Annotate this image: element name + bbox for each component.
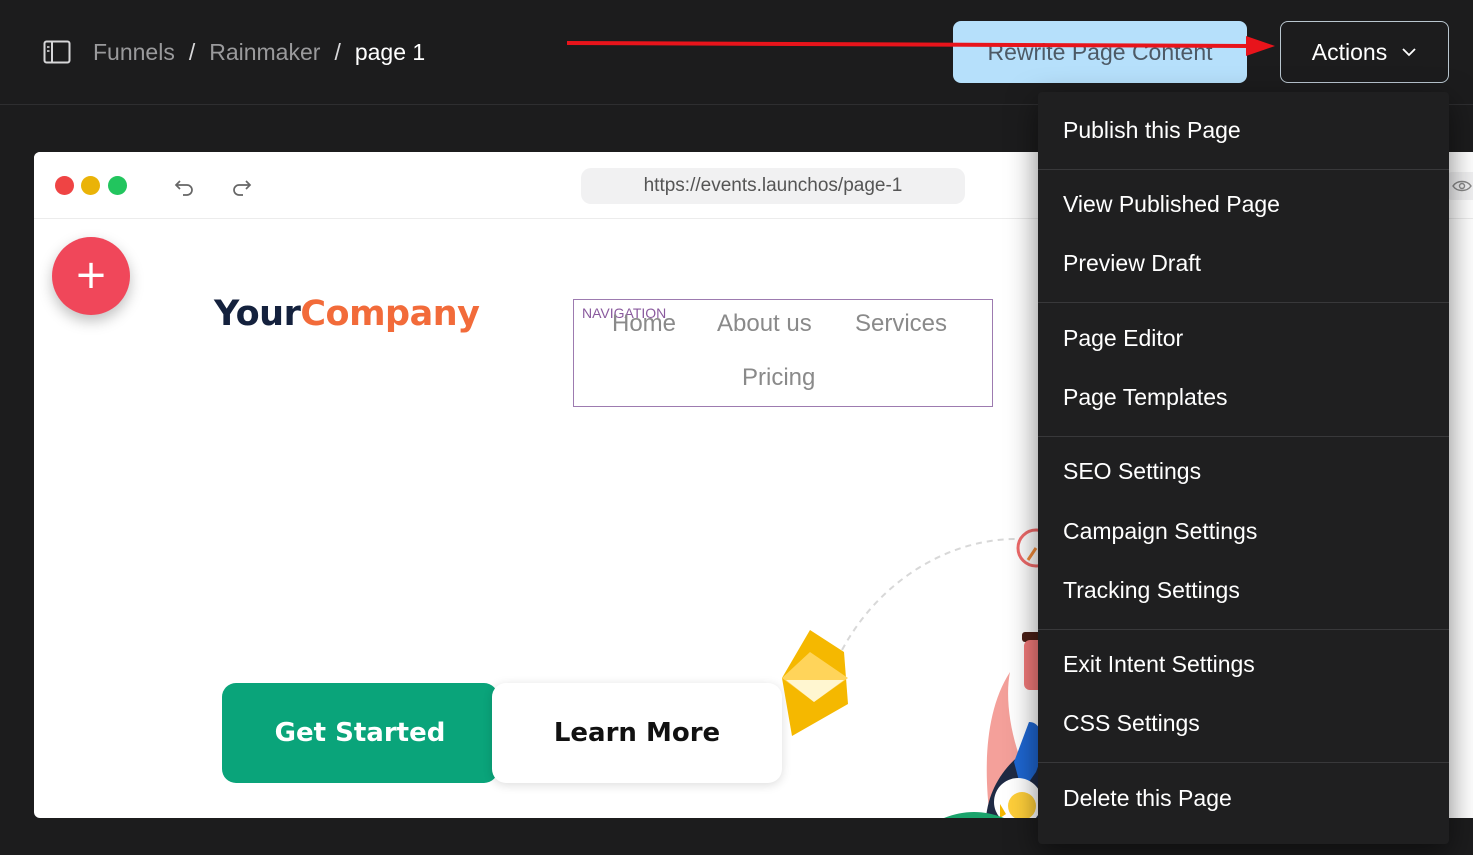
actions-dropdown-button[interactable]: Actions [1280, 21, 1449, 83]
chevron-down-icon [1402, 48, 1416, 57]
breadcrumb: Funnels / Rainmaker / page 1 [93, 36, 425, 68]
learn-more-button[interactable]: Learn More [492, 683, 782, 783]
redo-icon[interactable] [231, 175, 253, 197]
eye-icon [1452, 180, 1472, 192]
menu-separator [1038, 762, 1449, 763]
rewrite-page-content-button[interactable]: Rewrite Page Content [953, 21, 1247, 83]
menu-separator [1038, 302, 1449, 303]
menu-item-tracking-settings[interactable]: Tracking Settings [1063, 577, 1240, 604]
menu-item-delete-page[interactable]: Delete this Page [1063, 785, 1232, 812]
menu-separator [1038, 169, 1449, 170]
add-element-button[interactable]: + [52, 237, 130, 315]
breadcrumb-separator: / [188, 38, 196, 65]
url-bar[interactable]: https://events.launchos/page-1 [581, 168, 965, 204]
company-logo[interactable]: YourCompany [214, 294, 480, 334]
nav-link-about-us[interactable]: About us [717, 310, 812, 338]
breadcrumb-rainmaker[interactable]: Rainmaker [209, 39, 320, 66]
sidebar-panel-icon[interactable] [43, 40, 71, 64]
menu-separator [1038, 436, 1449, 437]
window-close-dot [55, 176, 74, 195]
menu-item-preview-draft[interactable]: Preview Draft [1063, 250, 1201, 277]
menu-separator [1038, 629, 1449, 630]
menu-item-page-templates[interactable]: Page Templates [1063, 384, 1228, 411]
breadcrumb-separator: / [334, 38, 341, 65]
window-minimize-dot [81, 176, 100, 195]
nav-link-home[interactable]: Home [612, 310, 676, 338]
window-maximize-dot [108, 176, 127, 195]
logo-text-company: Company [300, 294, 480, 334]
menu-item-exit-intent-settings[interactable]: Exit Intent Settings [1063, 651, 1255, 678]
menu-item-css-settings[interactable]: CSS Settings [1063, 710, 1200, 737]
menu-item-publish[interactable]: Publish this Page [1063, 117, 1241, 144]
actions-menu: Publish this Page View Published Page Pr… [1038, 92, 1449, 844]
preview-toggle[interactable] [1446, 172, 1473, 200]
nav-link-services[interactable]: Services [855, 310, 947, 338]
undo-icon[interactable] [173, 175, 195, 197]
actions-label: Actions [1311, 38, 1388, 65]
hero-illustration [782, 528, 1044, 818]
menu-item-seo-settings[interactable]: SEO Settings [1063, 458, 1201, 485]
menu-item-view-published[interactable]: View Published Page [1063, 191, 1280, 218]
top-bar: Funnels / Rainmaker / page 1 Rewrite Pag… [0, 0, 1473, 105]
logo-text-your: Your [214, 294, 301, 334]
menu-item-campaign-settings[interactable]: Campaign Settings [1063, 518, 1257, 545]
navigation-block[interactable]: NAVIGATION Home About us Services Pricin… [573, 299, 993, 407]
nav-link-pricing[interactable]: Pricing [742, 364, 815, 392]
menu-item-page-editor[interactable]: Page Editor [1063, 325, 1183, 352]
breadcrumb-current-page: page 1 [354, 38, 426, 65]
get-started-button[interactable]: Get Started [222, 683, 498, 783]
breadcrumb-funnels[interactable]: Funnels [93, 39, 175, 66]
